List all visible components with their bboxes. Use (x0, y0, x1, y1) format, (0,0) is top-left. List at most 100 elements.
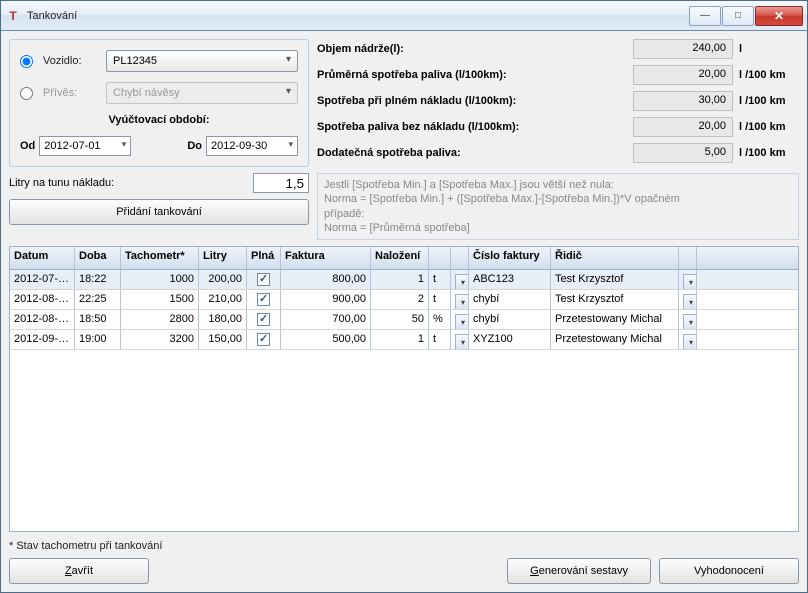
litry-input[interactable] (253, 173, 309, 193)
cell-ridic-dropdown[interactable]: ▾ (679, 330, 697, 349)
cell-doba: 19:00 (75, 330, 121, 349)
period-to-combo[interactable]: 2012-09-30 (206, 136, 298, 156)
cell-ridic-dropdown[interactable]: ▾ (679, 310, 697, 329)
maximize-button[interactable]: □ (722, 6, 754, 26)
app-icon: T (5, 8, 21, 24)
th-faktura[interactable]: Faktura (281, 247, 371, 269)
period-from-value: 2012-07-01 (44, 140, 100, 152)
chevron-down-icon[interactable]: ▾ (455, 294, 469, 309)
full-value: 30,00 (633, 91, 733, 111)
trailer-radio[interactable] (20, 87, 33, 100)
th-plna[interactable]: Plná (247, 247, 281, 269)
period-row: Od 2012-07-01 Do 2012-09-30 (20, 136, 298, 156)
chevron-down-icon[interactable]: ▾ (683, 274, 697, 289)
footnote: * Stav tachometru při tankování (9, 540, 799, 552)
cell-plna[interactable] (247, 290, 281, 309)
chevron-down-icon[interactable]: ▾ (455, 314, 469, 329)
cell-unit-dropdown[interactable]: ▾ (451, 330, 469, 349)
trailer-combo-value: Chybí návěsy (113, 87, 180, 99)
checkbox-icon[interactable] (257, 293, 270, 306)
cell-ridic: Test Krzysztof (551, 270, 679, 289)
cell-unit-dropdown[interactable]: ▾ (451, 310, 469, 329)
chevron-down-icon[interactable]: ▾ (683, 334, 697, 349)
chevron-down-icon[interactable]: ▾ (683, 294, 697, 309)
cell-cf: XYZ100 (469, 330, 551, 349)
cell-unit: % (429, 310, 451, 329)
period-from-combo[interactable]: 2012-07-01 (39, 136, 131, 156)
avg-unit: l /100 km (739, 69, 799, 81)
extra-value: 5,00 (633, 143, 733, 163)
th-tacho[interactable]: Tachometr* (121, 247, 199, 269)
extra-label: Dodatečná spotřeba paliva: (317, 147, 627, 159)
cell-ridic: Przetestowany Michal (551, 330, 679, 349)
cell-ridic-dropdown[interactable]: ▾ (679, 290, 697, 309)
th-dd (451, 247, 469, 269)
cell-faktura: 900,00 (281, 290, 371, 309)
th-datum[interactable]: Datum (10, 247, 75, 269)
th-ridic[interactable]: Řidič (551, 247, 679, 269)
cell-plna[interactable] (247, 310, 281, 329)
evaluation-button[interactable]: Vyhodonocení (659, 558, 799, 584)
vehicle-label: Vozidlo: (43, 55, 98, 67)
cell-nalozeni: 2 (371, 290, 429, 309)
bottom-buttons: Zavřít Generování sestavy Vyhodonocení (9, 558, 799, 584)
th-doba[interactable]: Doba (75, 247, 121, 269)
close-button[interactable]: ✕ (755, 6, 803, 26)
cell-datum: 2012-07-30 (10, 270, 75, 289)
chevron-down-icon[interactable]: ▾ (455, 334, 469, 349)
second-row: Litry na tunu nákladu: Přidání tankování… (9, 173, 799, 240)
cell-litry: 210,00 (199, 290, 247, 309)
cell-unit: t (429, 270, 451, 289)
vehicle-radio[interactable] (20, 55, 33, 68)
minimize-button[interactable]: — (689, 6, 721, 26)
cell-nalozeni: 50 (371, 310, 429, 329)
table-row[interactable]: 2012-08-0822:251500210,00900,002t▾chybíT… (10, 290, 798, 310)
table-row[interactable]: 2012-08-3018:502800180,00700,0050%▾chybí… (10, 310, 798, 330)
cell-unit-dropdown[interactable]: ▾ (451, 270, 469, 289)
cell-datum: 2012-08-30 (10, 310, 75, 329)
cell-litry: 200,00 (199, 270, 247, 289)
fueling-table: Datum Doba Tachometr* Litry Plná Faktura… (9, 246, 799, 532)
tank-value: 240,00 (633, 39, 733, 59)
vehicle-combo[interactable]: PL12345 (106, 50, 298, 72)
period-to-label: Do (187, 140, 202, 152)
cell-tacho: 3200 (121, 330, 199, 349)
stats-box: Objem nádrže(l): 240,00 l Průměrná spotř… (317, 39, 799, 167)
cell-datum: 2012-09-02 (10, 330, 75, 349)
close-dialog-button[interactable]: Zavřít (9, 558, 149, 584)
formula-box: Jestli [Spotřeba Min.] a [Spotřeba Max.]… (317, 173, 799, 240)
tank-label: Objem nádrže(l): (317, 43, 627, 55)
generate-report-button[interactable]: Generování sestavy (507, 558, 651, 584)
cell-faktura: 800,00 (281, 270, 371, 289)
checkbox-icon[interactable] (257, 313, 270, 326)
trailer-combo: Chybí návěsy (106, 82, 298, 104)
litry-label: Litry na tunu nákladu: (9, 177, 247, 189)
content-area: Vozidlo: PL12345 Přívěs: Chybí návěsy Vy… (1, 31, 807, 592)
empty-label: Spotřeba paliva bez nákladu (l/100km): (317, 121, 627, 133)
cell-plna[interactable] (247, 330, 281, 349)
chevron-down-icon[interactable]: ▾ (455, 274, 469, 289)
th-nalozeni[interactable]: Naložení (371, 247, 429, 269)
empty-value: 20,00 (633, 117, 733, 137)
cell-faktura: 700,00 (281, 310, 371, 329)
cell-plna[interactable] (247, 270, 281, 289)
table-row[interactable]: 2012-09-0219:003200150,00500,001t▾XYZ100… (10, 330, 798, 350)
cell-cf: chybí (469, 310, 551, 329)
checkbox-icon[interactable] (257, 333, 270, 346)
period-from-label: Od (20, 140, 35, 152)
cell-litry: 150,00 (199, 330, 247, 349)
th-cf[interactable]: Číslo faktury (469, 247, 551, 269)
empty-unit: l /100 km (739, 121, 799, 133)
chevron-down-icon[interactable]: ▾ (683, 314, 697, 329)
table-row[interactable]: 2012-07-3018:221000200,00800,001t▾ABC123… (10, 270, 798, 290)
cell-ridic-dropdown[interactable]: ▾ (679, 270, 697, 289)
checkbox-icon[interactable] (257, 273, 270, 286)
cell-faktura: 500,00 (281, 330, 371, 349)
cell-unit-dropdown[interactable]: ▾ (451, 290, 469, 309)
add-fueling-button[interactable]: Přidání tankování (9, 199, 309, 225)
cell-cf: chybí (469, 290, 551, 309)
period-title: Vyúčtovací období: (20, 114, 298, 126)
tank-unit: l (739, 43, 799, 55)
th-litry[interactable]: Litry (199, 247, 247, 269)
cell-litry: 180,00 (199, 310, 247, 329)
